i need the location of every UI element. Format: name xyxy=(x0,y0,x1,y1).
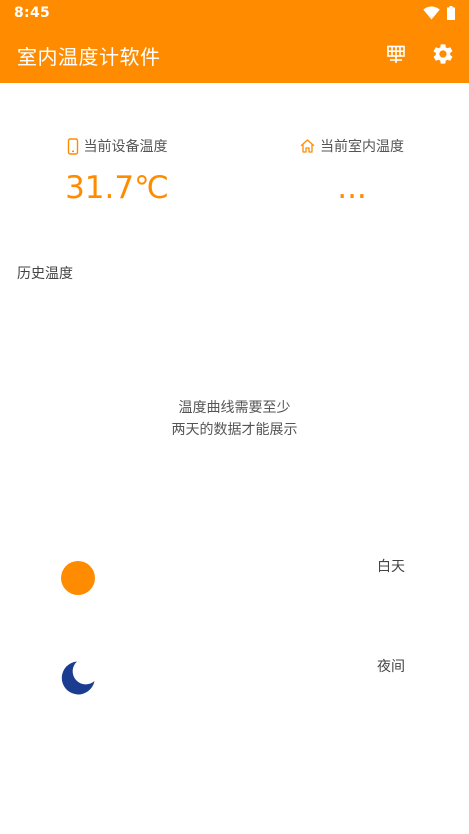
device-temperature: 当前设备温度 31.7℃ xyxy=(22,136,212,206)
screen: 8:45 室内温度计软件 当前设备温度 31.7℃ 当前室内温度 ... 历史温… xyxy=(0,0,469,834)
calendar-icon xyxy=(387,45,405,63)
home-icon xyxy=(300,139,315,153)
indoor-temperature-header: 当前室内温度 xyxy=(257,136,447,156)
calendar-button[interactable] xyxy=(382,40,410,68)
settings-button[interactable] xyxy=(429,40,457,68)
indoor-temperature-value: ... xyxy=(337,170,367,206)
legend-day-label: 白天 xyxy=(377,559,405,575)
phone-icon xyxy=(67,137,78,155)
status-bar: 8:45 xyxy=(0,0,469,26)
device-temperature-value: 31.7℃ xyxy=(65,170,169,206)
device-temperature-header: 当前设备温度 xyxy=(22,136,212,156)
history-empty-line-2: 两天的数据才能展示 xyxy=(171,422,298,438)
wifi-icon xyxy=(423,6,440,20)
status-icons xyxy=(423,5,455,21)
app-bar: 室内温度计软件 xyxy=(0,26,469,83)
device-temperature-label: 当前设备温度 xyxy=(83,139,168,155)
indoor-temperature-label: 当前室内温度 xyxy=(320,139,404,155)
history-title: 历史温度 xyxy=(17,266,73,282)
history-empty-line-1: 温度曲线需要至少 xyxy=(178,400,291,416)
moon-icon xyxy=(61,661,95,695)
legend-night-label: 夜间 xyxy=(377,659,405,675)
history-chart-empty: 温度曲线需要至少 两天的数据才能展示 xyxy=(0,397,469,441)
indoor-temperature: 当前室内温度 ... xyxy=(257,136,447,206)
sun-icon xyxy=(61,561,95,595)
app-title: 室内温度计软件 xyxy=(17,45,161,69)
status-time: 8:45 xyxy=(14,5,51,21)
gear-icon xyxy=(433,44,453,64)
battery-icon xyxy=(447,6,455,20)
